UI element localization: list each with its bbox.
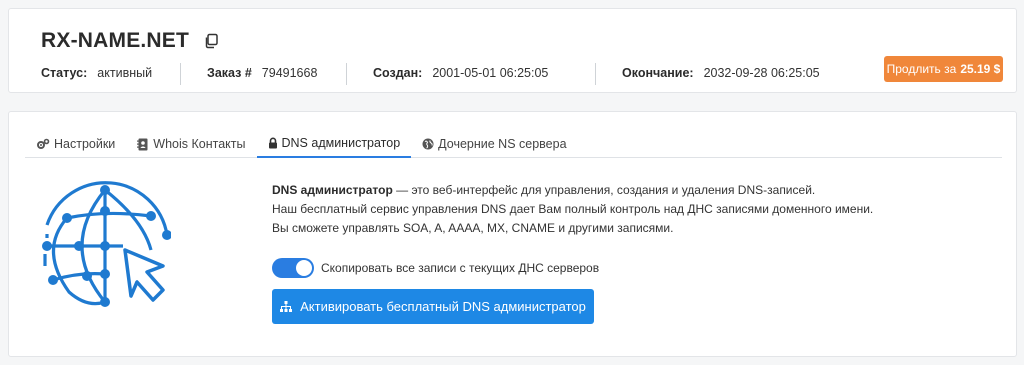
description-line-2: Наш бесплатный сервис управления DNS дае… — [272, 202, 874, 216]
tab-dns-admin[interactable]: DNS администратор — [256, 130, 412, 158]
activate-label: Активировать бесплатный DNS администрато… — [300, 299, 586, 314]
dns-card: Настройки Whois Контакты DNS администрат… — [8, 111, 1017, 357]
tab-bar: Настройки Whois Контакты DNS администрат… — [25, 130, 1002, 158]
tab-whois-contacts[interactable]: Whois Контакты — [126, 130, 256, 158]
status-value: активный — [97, 66, 153, 80]
tab-child-ns[interactable]: Дочерние NS сервера — [411, 130, 577, 158]
copy-records-toggle[interactable] — [272, 258, 314, 278]
status-label: Статус: — [41, 66, 88, 80]
created-value: 2001-05-01 06:25:05 — [432, 66, 549, 80]
divider — [346, 63, 347, 85]
created-info: Создан: 2001-05-01 06:25:05 — [373, 66, 548, 80]
renew-button[interactable]: Продлить за 25.19 $ — [884, 56, 1003, 82]
domain-header-card: RX-NAME.NET Статус: активный Заказ # 79491… — [8, 8, 1017, 93]
description-line-3: Вы сможете управлять SOA, A, AAAA, MX, C… — [272, 221, 674, 235]
tab-settings[interactable]: Настройки — [25, 130, 126, 158]
gears-icon — [37, 138, 50, 149]
domain-info-row: Статус: активный Заказ # 79491668 Создан: 2… — [41, 63, 1006, 85]
description-text: — это веб-интерфейс для управления, созд… — [392, 183, 816, 197]
domain-name: RX-NAME.NET — [41, 29, 190, 52]
expires-label: Окончание: — [622, 66, 694, 80]
globe-icon — [422, 138, 434, 150]
renew-label: Продлить за — [886, 62, 957, 76]
copy-icon[interactable] — [203, 33, 219, 49]
created-label: Создан: — [373, 66, 423, 80]
divider — [180, 63, 181, 85]
tab-label: Whois Контакты — [153, 137, 246, 151]
dns-description: DNS администратор — это веб-интерфейс дл… — [272, 181, 873, 238]
order-info: Заказ # 79491668 — [207, 66, 317, 80]
domain-title-row: RX-NAME.NET — [41, 29, 219, 53]
expires-value: 2032-09-28 06:25:05 — [703, 66, 820, 80]
copy-records-toggle-row: Скопировать все записи с текущих ДНС сер… — [272, 258, 599, 278]
tab-label: Дочерние NS сервера — [438, 137, 567, 151]
tab-label: Настройки — [54, 137, 116, 151]
dns-title: DNS администратор — [272, 183, 393, 197]
renew-price: 25.19 $ — [960, 62, 1001, 76]
description-line-1: DNS администратор — это веб-интерфейс дл… — [272, 181, 873, 200]
order-label: Заказ # — [207, 66, 252, 80]
divider — [595, 63, 596, 85]
address-book-icon — [137, 138, 148, 150]
toggle-label: Скопировать все записи с текущих ДНС сер… — [321, 261, 600, 275]
expires-info: Окончание: 2032-09-28 06:25:05 — [622, 66, 820, 80]
sitemap-icon — [280, 301, 293, 312]
order-value: 79491668 — [261, 66, 318, 80]
status-info: Статус: активный — [41, 66, 152, 80]
toggle-knob — [296, 260, 312, 276]
tab-label: DNS администратор — [281, 136, 401, 150]
lock-icon — [268, 137, 277, 149]
activate-dns-button[interactable]: Активировать бесплатный DNS администрато… — [272, 289, 594, 324]
dns-globe-illustration — [42, 181, 171, 307]
